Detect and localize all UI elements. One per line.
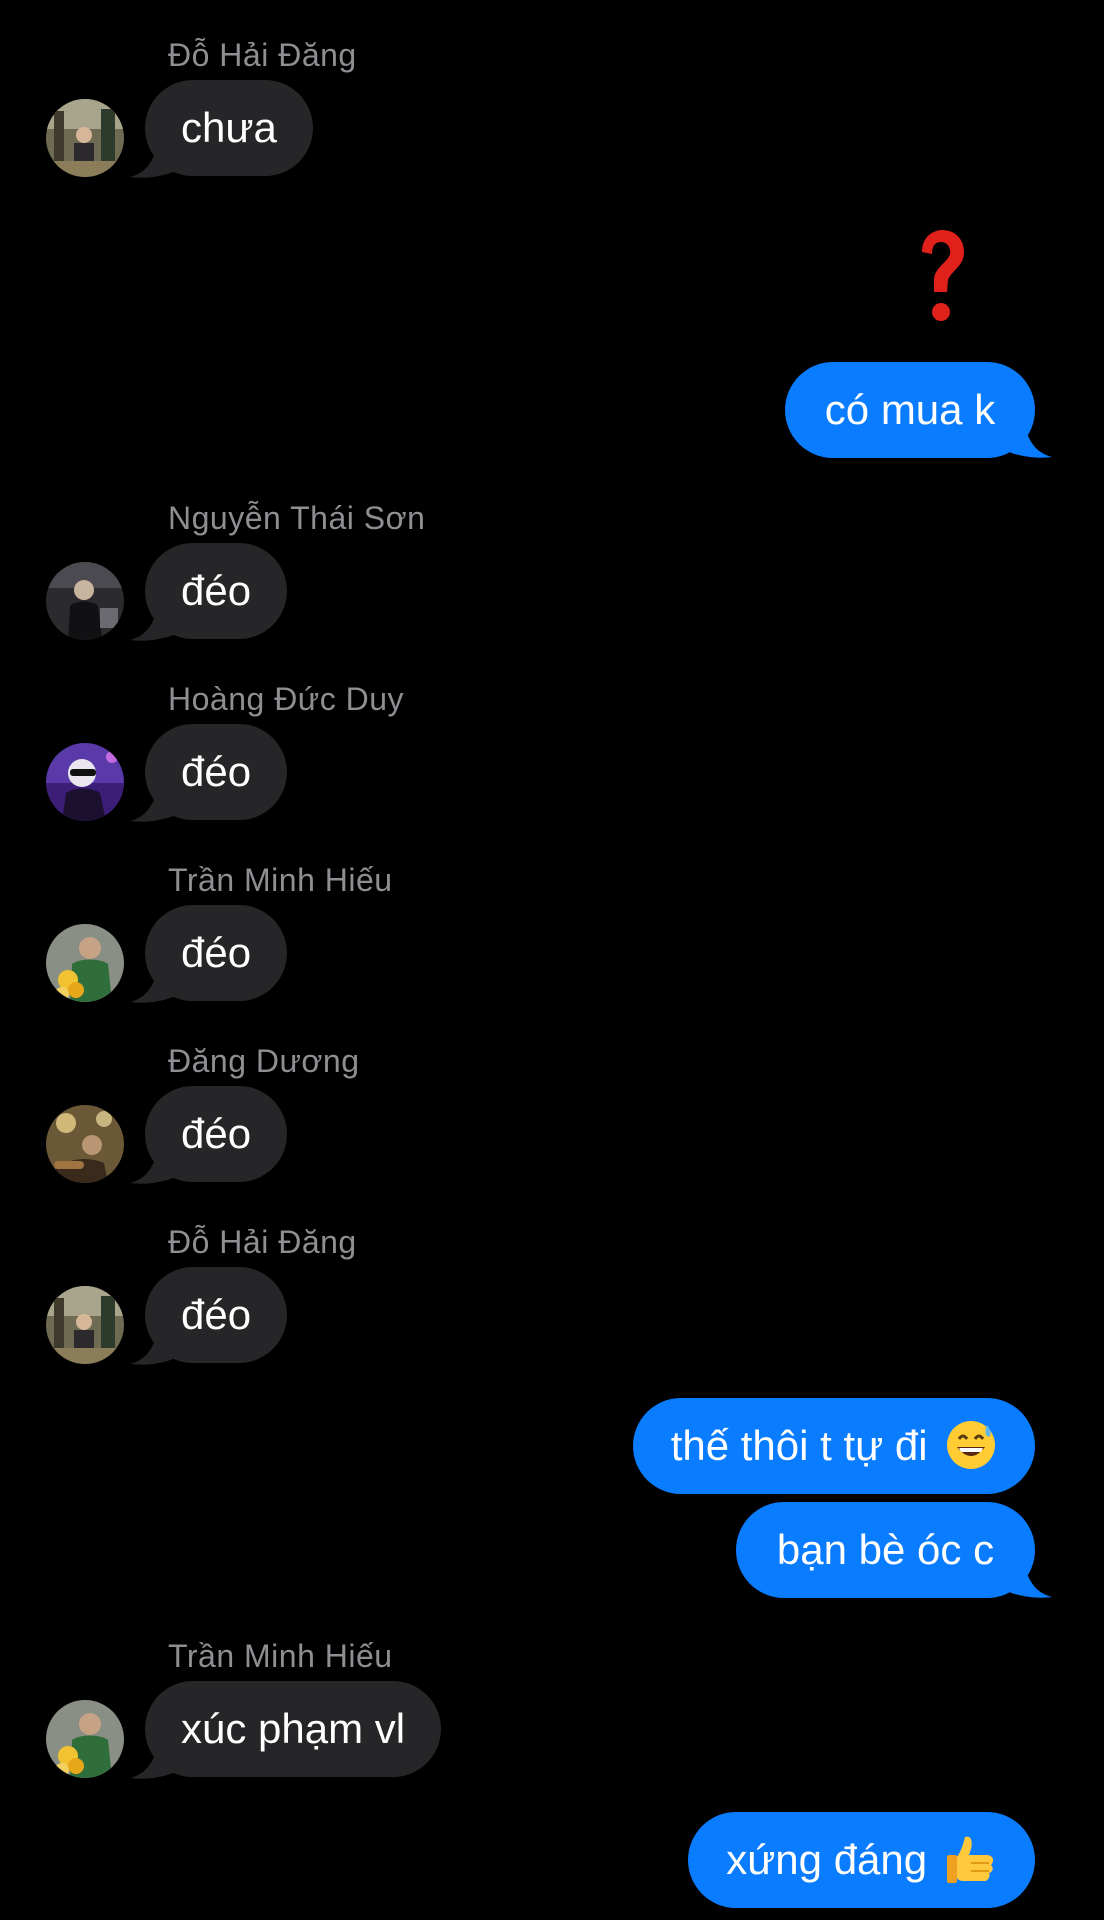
avatar-photo-icon (46, 1286, 124, 1364)
message-bubble[interactable]: xứng đáng (688, 1812, 1035, 1908)
sender-name: Nguyễn Thái Sơn (168, 500, 426, 536)
message-text: xúc phạm vl (181, 1705, 406, 1752)
sender-name: Trần Minh Hiếu (168, 862, 393, 898)
avatar[interactable] (46, 743, 124, 821)
message-bubble[interactable]: có mua k (785, 362, 1035, 458)
sender-name: Đỗ Hải Đăng (168, 1224, 357, 1260)
red-question-mark-icon[interactable] (914, 230, 966, 326)
avatar-photo-icon (46, 1700, 124, 1778)
message-text: bạn bè óc c (776, 1526, 995, 1573)
grinning-sweat-emoji-icon (947, 1420, 996, 1469)
avatar[interactable] (46, 1105, 124, 1183)
avatar-photo-icon (46, 1105, 124, 1183)
message-bubble[interactable]: chưa (145, 80, 313, 176)
avatar[interactable] (46, 562, 124, 640)
message-bubble[interactable]: đéo (145, 1267, 288, 1363)
message-text: đéo (181, 1110, 252, 1157)
avatar-photo-icon (46, 743, 124, 821)
message-text: đéo (181, 1291, 252, 1338)
thumbs-up-emoji-icon (946, 1836, 993, 1883)
message-text: xứng đáng (726, 1836, 928, 1883)
message-bubble[interactable]: đéo (145, 1086, 288, 1182)
avatar[interactable] (46, 99, 124, 177)
message-text: đéo (181, 929, 252, 976)
message-bubble[interactable]: thế thôi t tự đi (633, 1398, 1035, 1494)
message-text: thế thôi t tự đi (670, 1422, 928, 1469)
sender-name: Đỗ Hải Đăng (168, 37, 357, 73)
message-bubble[interactable]: bạn bè óc c (736, 1502, 1035, 1598)
sender-name: Đăng Dương (168, 1043, 360, 1079)
message-text: chưa (181, 104, 277, 151)
message-bubble[interactable]: xúc phạm vl (145, 1681, 442, 1777)
message-bubble[interactable]: đéo (145, 724, 288, 820)
avatar[interactable] (46, 1700, 124, 1778)
avatar[interactable] (46, 1286, 124, 1364)
message-text: có mua k (824, 386, 996, 433)
avatar-photo-icon (46, 924, 124, 1002)
avatar-photo-icon (46, 562, 124, 640)
message-text: đéo (181, 748, 252, 795)
sender-name: Trần Minh Hiếu (168, 1638, 393, 1674)
sender-name: Hoàng Đức Duy (168, 681, 405, 717)
message-text: đéo (181, 567, 252, 614)
message-bubble[interactable]: đéo (145, 905, 288, 1001)
avatar-photo-icon (46, 99, 124, 177)
avatar[interactable] (46, 924, 124, 1002)
message-bubble[interactable]: đéo (145, 543, 288, 639)
